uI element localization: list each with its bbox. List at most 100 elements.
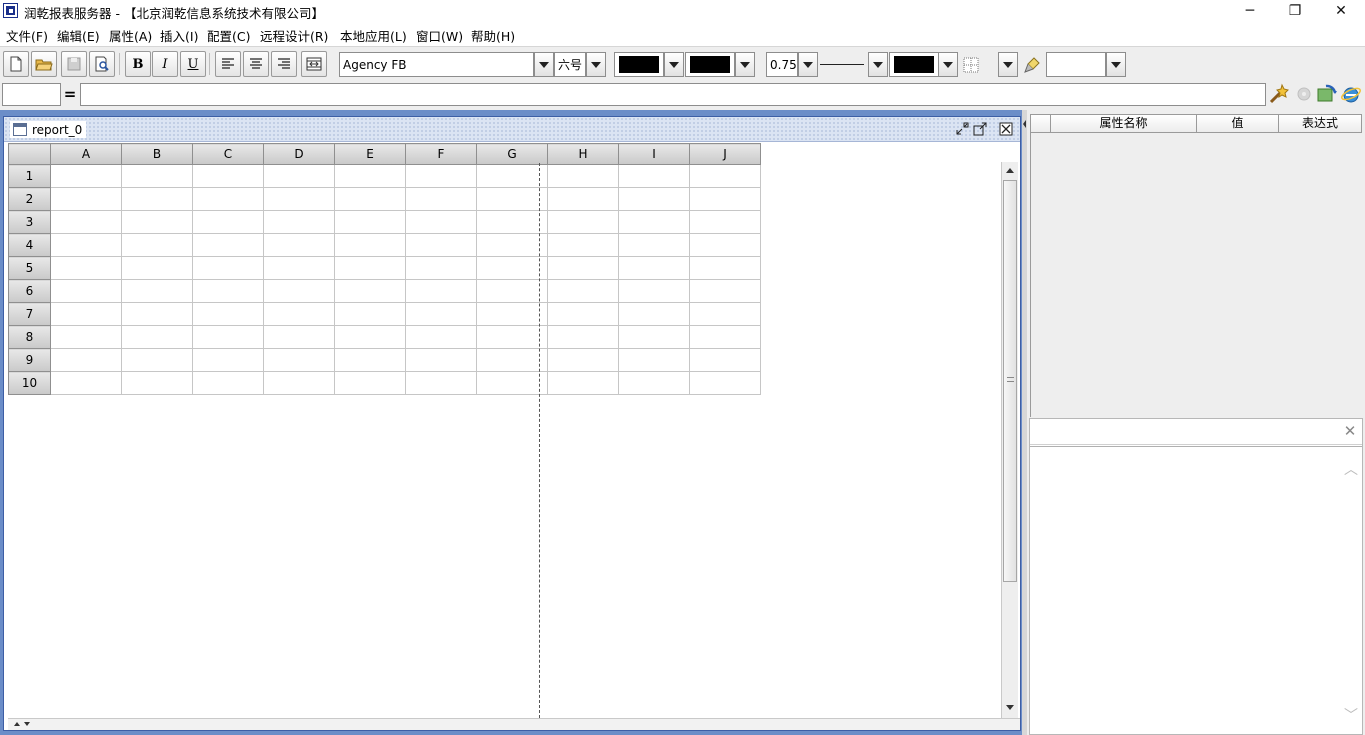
collapse-left-icon[interactable] [1023,120,1026,128]
grid-cell[interactable] [476,302,548,326]
grid-cell[interactable] [121,233,193,257]
back-color-picker[interactable] [685,52,735,77]
report-maximize-button[interactable] [972,121,988,137]
horizontal-scrollbar[interactable] [8,718,1020,730]
border-color-dropdown-button[interactable] [938,52,958,77]
grid-cell[interactable] [618,187,690,211]
sheet-tab-down-icon[interactable] [24,722,30,726]
grid-cell[interactable] [50,279,122,303]
grid-cell[interactable] [547,279,619,303]
row-header[interactable]: 7 [8,302,51,326]
grid-cell[interactable] [50,233,122,257]
font-color-dropdown-button[interactable] [664,52,684,77]
underline-button[interactable]: U [180,51,206,77]
grid-cell[interactable] [121,279,193,303]
grid-cell[interactable] [405,187,477,211]
print-preview-button[interactable] [89,51,115,77]
grid-cell[interactable] [334,164,406,188]
grid-cell[interactable] [263,302,335,326]
grid-cell[interactable] [192,348,264,372]
merge-cells-button[interactable] [301,51,327,77]
grid-cell[interactable] [405,279,477,303]
grid-cell[interactable] [476,187,548,211]
grid-cell[interactable] [121,210,193,234]
corner-header[interactable] [8,143,51,165]
grid-cell[interactable] [547,256,619,280]
close-button[interactable]: ✕ [1318,0,1364,22]
grid-cell[interactable] [405,164,477,188]
grid-cell[interactable] [476,233,548,257]
grid-cell[interactable] [618,164,690,188]
row-header[interactable]: 2 [8,187,51,211]
grid-cell[interactable] [334,325,406,349]
grid-cell[interactable] [689,187,761,211]
grid-cell[interactable] [192,371,264,395]
cell-reference-field[interactable] [2,83,61,106]
grid-cell[interactable] [689,371,761,395]
menu-file[interactable]: 文件(F) [6,26,48,45]
font-color-picker[interactable] [614,52,664,77]
grid-cell[interactable] [334,371,406,395]
column-header[interactable]: B [121,143,193,165]
line-width-dropdown-button[interactable] [798,52,818,77]
menu-window[interactable]: 窗口(W) [416,26,463,45]
grid-cell[interactable] [476,256,548,280]
grid-cell[interactable] [476,279,548,303]
grid-cell[interactable] [263,256,335,280]
row-header[interactable]: 10 [8,371,51,395]
grid-cell[interactable] [263,348,335,372]
scroll-up-chevron-icon[interactable]: ︿ [1344,459,1358,479]
grid-cell[interactable] [334,210,406,234]
grid-cell[interactable] [689,302,761,326]
bold-button[interactable]: B [125,51,151,77]
grid-cell[interactable] [689,348,761,372]
menu-local-apps[interactable]: 本地应用(L) [340,26,407,45]
vertical-scroll-thumb[interactable] [1003,180,1017,582]
grid-cell[interactable] [618,256,690,280]
menu-remote-design[interactable]: 远程设计(R) [260,26,328,45]
formula-input[interactable] [80,83,1266,106]
grid-cell[interactable] [618,325,690,349]
grid-cell[interactable] [50,210,122,234]
grid-cell[interactable] [618,279,690,303]
grid-cell[interactable] [405,233,477,257]
grid-cell[interactable] [405,371,477,395]
grid-cell[interactable] [476,348,548,372]
grid-cell[interactable] [476,371,548,395]
grid-cell[interactable] [618,210,690,234]
grid-cell[interactable] [263,233,335,257]
report-minimize-button[interactable] [954,121,970,137]
grid-cell[interactable] [121,371,193,395]
align-left-button[interactable] [215,51,241,77]
back-color-dropdown-button[interactable] [735,52,755,77]
font-name-select[interactable]: Agency FB [339,52,534,77]
grid-cell[interactable] [405,302,477,326]
menu-insert[interactable]: 插入(I) [160,26,198,45]
grid-cell[interactable] [334,348,406,372]
column-header[interactable]: A [50,143,122,165]
grid-cell[interactable] [618,348,690,372]
property-header-name[interactable]: 属性名称 [1051,115,1197,132]
grid-cell[interactable] [334,279,406,303]
browser-preview-button[interactable] [1340,83,1362,105]
expression-wizard-button[interactable] [1268,83,1290,105]
grid-cell[interactable] [121,348,193,372]
expression-editor[interactable]: ︿ ﹀ [1030,446,1362,734]
grid-cell[interactable] [192,325,264,349]
grid-cell[interactable] [50,302,122,326]
refresh-deploy-button[interactable] [1316,83,1338,105]
row-header[interactable]: 1 [8,164,51,188]
style-select[interactable] [1046,52,1106,77]
grid-cell[interactable] [405,210,477,234]
grid-cell[interactable] [618,302,690,326]
expression-panel-close-icon[interactable]: ✕ [1340,421,1360,441]
sheet-tab-up-icon[interactable] [14,722,20,726]
grid-cell[interactable] [50,371,122,395]
format-painter-button[interactable] [1020,52,1044,77]
open-file-button[interactable] [31,51,57,77]
grid-cell[interactable] [334,256,406,280]
grid-cell[interactable] [50,256,122,280]
menu-edit[interactable]: 编辑(E) [57,26,100,45]
grid-cell[interactable] [547,164,619,188]
grid-cell[interactable] [547,348,619,372]
